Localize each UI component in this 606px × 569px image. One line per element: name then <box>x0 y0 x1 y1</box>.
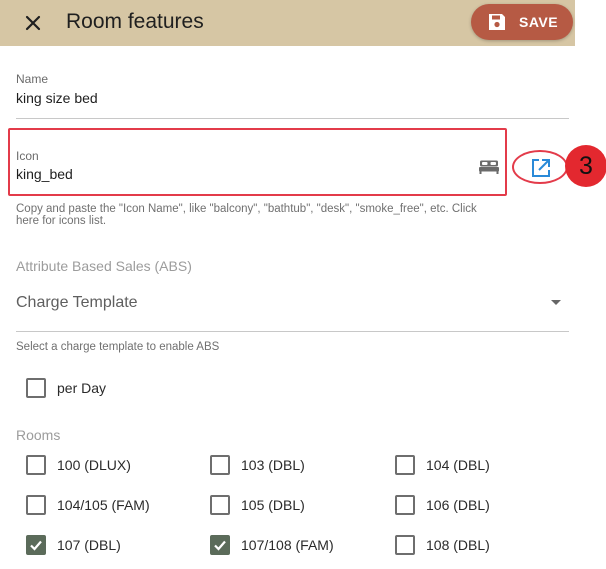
checkbox-box <box>210 495 230 515</box>
app-bar: Room features SAVE <box>0 0 575 46</box>
checkbox-box <box>26 455 46 475</box>
room-label: 104 (DBL) <box>426 457 490 473</box>
room-label: 108 (DBL) <box>426 537 490 553</box>
room-checkbox[interactable]: 108 (DBL) <box>395 535 490 555</box>
checkbox-box <box>210 455 230 475</box>
close-button[interactable] <box>20 10 46 36</box>
charge-template-help: Select a charge template to enable ABS <box>16 341 220 353</box>
room-checkbox[interactable]: 103 (DBL) <box>210 455 305 475</box>
room-label: 100 (DLUX) <box>57 457 131 473</box>
charge-template-underline <box>16 331 569 332</box>
name-input[interactable]: king size bed <box>16 90 569 112</box>
save-button[interactable]: SAVE <box>471 4 573 40</box>
checkbox-box <box>210 535 230 555</box>
page-title: Room features <box>66 10 204 33</box>
room-label: 105 (DBL) <box>241 497 305 513</box>
checkmark-icon <box>214 540 226 551</box>
checkbox-box <box>395 535 415 555</box>
room-label: 107 (DBL) <box>57 537 121 553</box>
room-checkbox[interactable]: 106 (DBL) <box>395 495 490 515</box>
name-underline <box>16 118 569 119</box>
room-checkbox[interactable]: 100 (DLUX) <box>26 455 131 475</box>
name-field-label: Name <box>16 72 49 86</box>
icon-input[interactable]: king_bed <box>16 166 466 188</box>
per-day-checkbox[interactable]: per Day <box>26 378 106 398</box>
room-checkbox[interactable]: 107/108 (FAM) <box>210 535 334 555</box>
room-checkbox[interactable]: 105 (DBL) <box>210 495 305 515</box>
charge-template-placeholder: Charge Template <box>16 294 138 311</box>
icon-field-label: Icon <box>16 149 39 163</box>
rooms-section-label: Rooms <box>16 427 61 443</box>
per-day-label: per Day <box>57 380 107 396</box>
save-button-label: SAVE <box>519 14 559 30</box>
abs-section-label: Attribute Based Sales (ABS) <box>16 258 192 274</box>
king-bed-icon <box>479 160 499 174</box>
room-label: 106 (DBL) <box>426 497 490 513</box>
room-label: 107/108 (FAM) <box>241 537 334 553</box>
icon-help-link[interactable]: here for icons list. <box>16 215 106 228</box>
room-checkbox[interactable]: 107 (DBL) <box>26 535 121 555</box>
annotation-badge: 3 <box>565 145 606 187</box>
dropdown-arrow-icon[interactable] <box>551 300 561 305</box>
room-label: 103 (DBL) <box>241 457 305 473</box>
room-checkbox[interactable]: 104/105 (FAM) <box>26 495 150 515</box>
checkmark-icon <box>30 540 42 551</box>
checkbox-box <box>395 495 415 515</box>
checkbox-box <box>26 378 46 398</box>
checkbox-box <box>395 455 415 475</box>
checkbox-box <box>26 535 46 555</box>
close-icon <box>25 15 41 31</box>
room-checkbox[interactable]: 104 (DBL) <box>395 455 490 475</box>
open-in-new-icon[interactable] <box>530 157 552 179</box>
checkbox-box <box>26 495 46 515</box>
room-label: 104/105 (FAM) <box>57 497 150 513</box>
floppy-disk-icon <box>489 14 505 30</box>
